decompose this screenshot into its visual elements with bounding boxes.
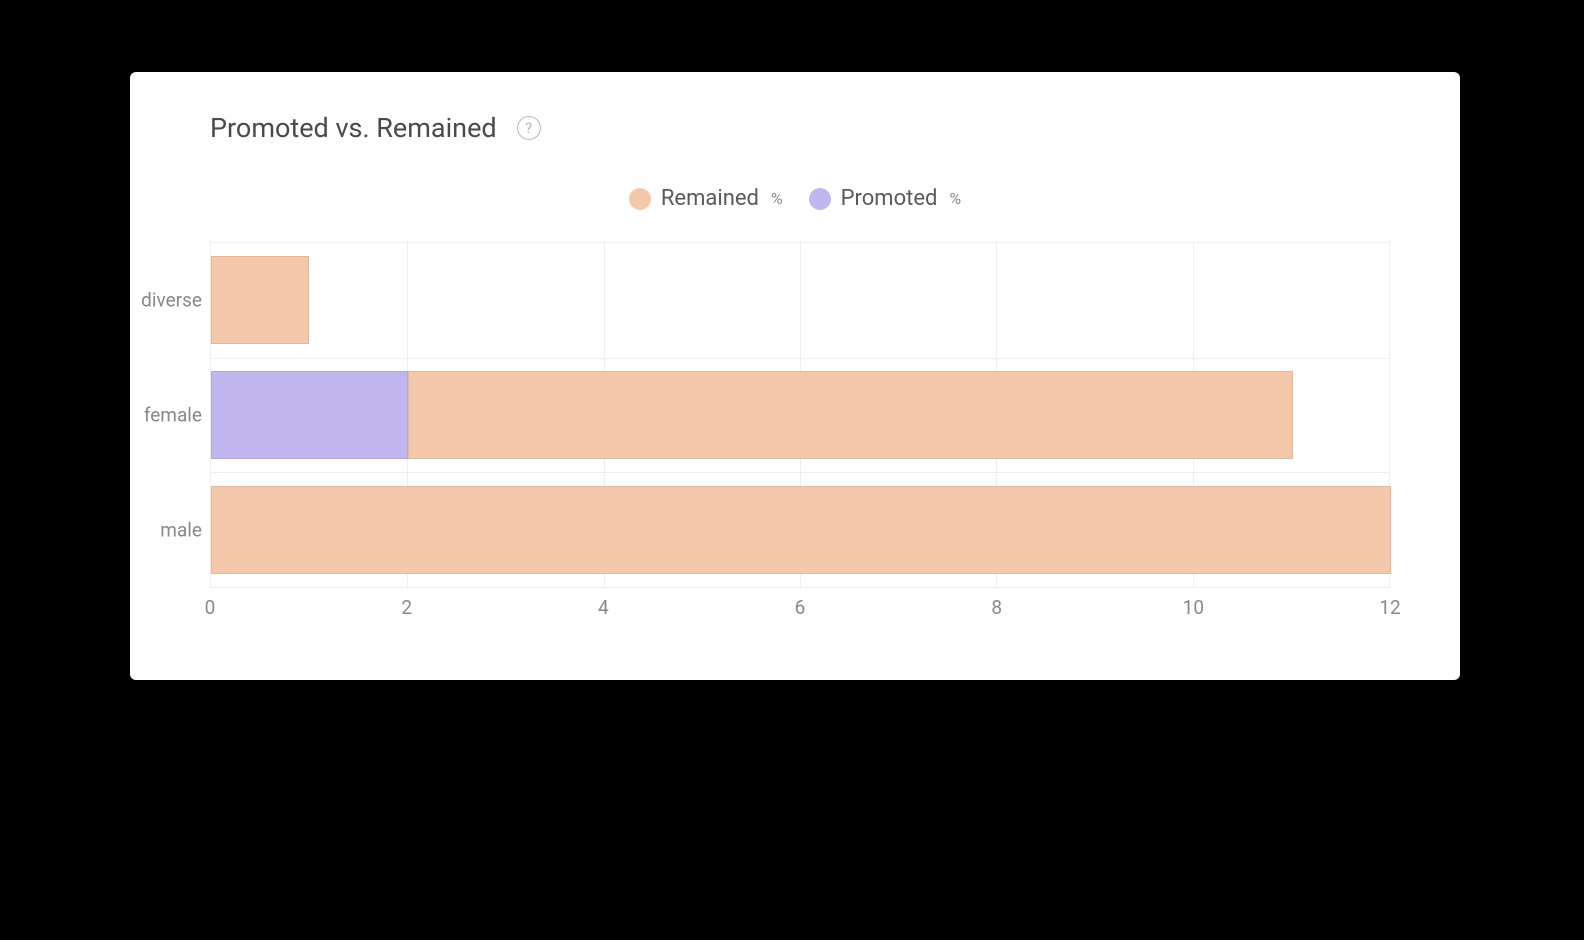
help-icon[interactable]: ? xyxy=(517,116,541,140)
x-tick-label: 10 xyxy=(1183,596,1204,619)
plot-area xyxy=(210,242,1390,588)
bar-male xyxy=(211,486,1391,574)
legend-swatch-remained xyxy=(629,188,651,210)
x-tick-label: 0 xyxy=(205,596,216,619)
y-tick-label: diverse xyxy=(141,288,202,311)
y-tick-label: male xyxy=(160,519,202,542)
bar-seg-remained xyxy=(408,371,1293,459)
legend-item-promoted[interactable]: Promoted % xyxy=(809,186,962,211)
x-axis-labels: 0 2 4 6 8 10 12 xyxy=(210,592,1390,620)
legend-label: Promoted xyxy=(841,186,938,211)
bar-diverse xyxy=(211,256,309,344)
legend-item-remained[interactable]: Remained % xyxy=(629,186,783,211)
x-tick-label: 6 xyxy=(795,596,806,619)
x-tick-label: 12 xyxy=(1379,596,1400,619)
bar-seg-promoted xyxy=(211,371,408,459)
x-tick-label: 8 xyxy=(991,596,1002,619)
chart-legend: Remained % Promoted % xyxy=(130,186,1460,211)
chart-card: Promoted vs. Remained ? Remained % Promo… xyxy=(130,72,1460,680)
legend-suffix: % xyxy=(771,189,783,208)
chart-area: diverse female male 0 2 4 6 8 10 12 xyxy=(210,242,1390,620)
x-tick-label: 4 xyxy=(598,596,609,619)
bar-seg-remained xyxy=(211,256,309,344)
x-tick-label: 2 xyxy=(401,596,412,619)
legend-swatch-promoted xyxy=(809,188,831,210)
card-title: Promoted vs. Remained xyxy=(210,112,497,144)
legend-label: Remained xyxy=(661,186,759,211)
y-tick-label: female xyxy=(144,404,202,427)
bar-female xyxy=(211,371,1293,459)
row-divider xyxy=(211,472,1389,473)
legend-suffix: % xyxy=(949,189,961,208)
card-header: Promoted vs. Remained ? xyxy=(210,112,541,144)
bar-seg-remained xyxy=(211,486,1391,574)
row-divider xyxy=(211,358,1389,359)
y-axis-labels: diverse female male xyxy=(130,242,210,620)
